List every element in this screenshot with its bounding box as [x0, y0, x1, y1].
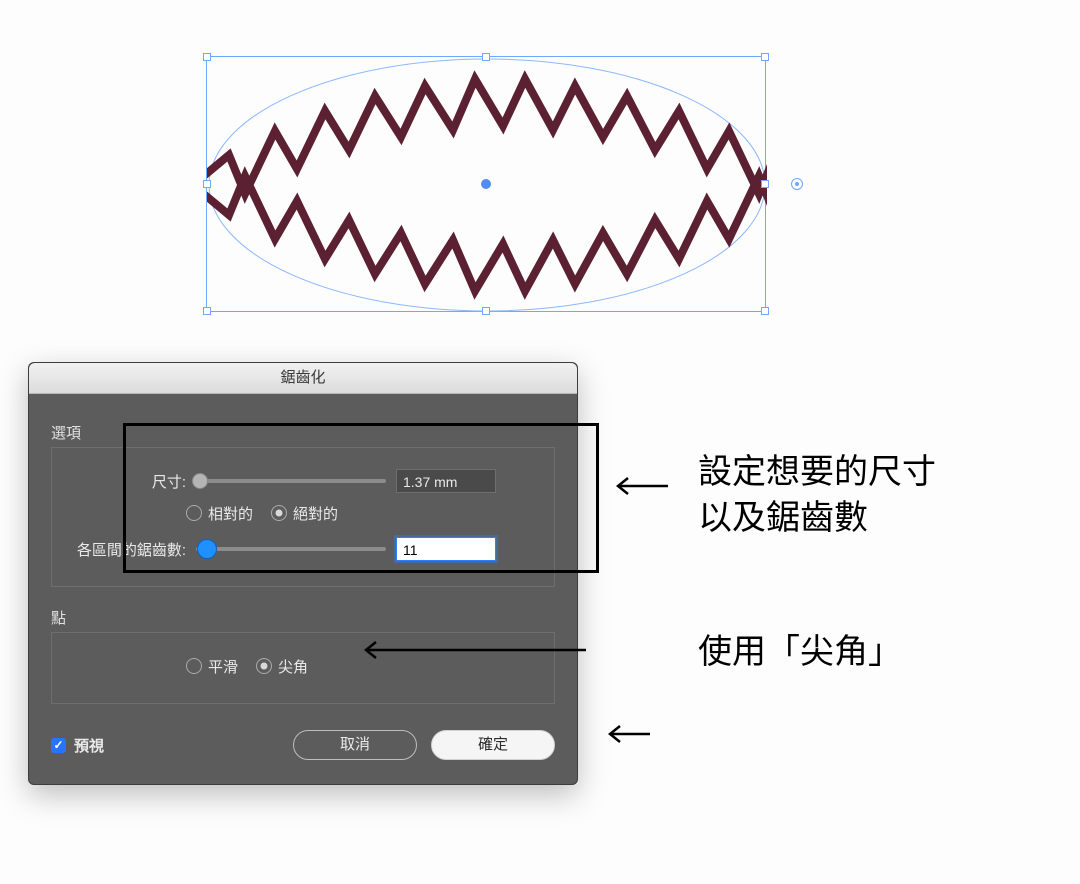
- dialog-body: 選項 尺寸: 1.37 mm 相對的 絕對的: [29, 394, 577, 784]
- ridges-label: 各區間的鋸齒數:: [66, 539, 196, 560]
- checkmark-icon: ✓: [51, 738, 66, 753]
- arrow-left-icon: [358, 638, 588, 662]
- options-panel: 尺寸: 1.37 mm 相對的 絕對的 各區間的鋸齒數:: [51, 447, 555, 587]
- selection-handle[interactable]: [761, 53, 769, 61]
- ridges-row: 各區間的鋸齒數: 11: [66, 536, 540, 562]
- size-label: 尺寸:: [66, 471, 196, 492]
- size-input[interactable]: 1.37 mm: [396, 469, 496, 493]
- selection-handle[interactable]: [761, 307, 769, 315]
- selection-center-icon: [481, 179, 491, 189]
- ok-button[interactable]: 確定: [431, 730, 555, 760]
- selection-handle[interactable]: [203, 180, 211, 188]
- cancel-button[interactable]: 取消: [293, 730, 417, 760]
- artboard: [0, 0, 1080, 360]
- radio-absolute-label: 絕對的: [293, 503, 338, 524]
- radio-icon: [186, 505, 202, 521]
- selection-handle[interactable]: [761, 180, 769, 188]
- radio-smooth-label: 平滑: [208, 656, 238, 677]
- zigzag-dialog: 鋸齒化 選項 尺寸: 1.37 mm 相對的 絕對的: [28, 362, 578, 785]
- preview-label: 預視: [74, 735, 104, 756]
- dialog-footer: ✓ 預視 取消 確定: [51, 730, 555, 760]
- size-row: 尺寸: 1.37 mm: [66, 468, 540, 494]
- dialog-title: 鋸齒化: [29, 363, 577, 394]
- ridges-input[interactable]: 11: [396, 537, 496, 561]
- arrow-left-icon: [610, 474, 670, 498]
- points-section-title: 點: [51, 607, 555, 628]
- radio-relative[interactable]: 相對的: [186, 503, 253, 524]
- radio-corner[interactable]: 尖角: [256, 656, 308, 677]
- ridges-slider[interactable]: [196, 547, 386, 551]
- selection-handle[interactable]: [203, 307, 211, 315]
- selection-bounding-box[interactable]: [206, 56, 766, 312]
- annotation-size-note: 設定想要的尺寸 以及鋸齒數: [698, 450, 936, 542]
- size-mode-row: 相對的 絕對的: [66, 500, 540, 526]
- radio-smooth[interactable]: 平滑: [186, 656, 238, 677]
- rotation-pivot-icon[interactable]: [791, 178, 803, 190]
- annotation-text: 以及鋸齒數: [698, 499, 868, 537]
- radio-icon: [256, 658, 272, 674]
- radio-absolute[interactable]: 絕對的: [271, 503, 338, 524]
- radio-relative-label: 相對的: [208, 503, 253, 524]
- selection-handle[interactable]: [482, 307, 490, 315]
- preview-checkbox[interactable]: ✓ 預視: [51, 735, 104, 756]
- annotation-corner-note: 使用「尖角」: [698, 630, 902, 676]
- selection-handle[interactable]: [482, 53, 490, 61]
- radio-corner-label: 尖角: [278, 656, 308, 677]
- options-section-title: 選項: [51, 422, 555, 443]
- annotation-text: 設定想要的尺寸: [698, 453, 936, 491]
- radio-icon: [271, 505, 287, 521]
- selection-handle[interactable]: [203, 53, 211, 61]
- size-slider[interactable]: [196, 479, 386, 483]
- arrow-left-icon: [602, 722, 652, 746]
- ridges-slider-knob[interactable]: [197, 539, 217, 559]
- size-slider-knob[interactable]: [192, 473, 208, 489]
- radio-icon: [186, 658, 202, 674]
